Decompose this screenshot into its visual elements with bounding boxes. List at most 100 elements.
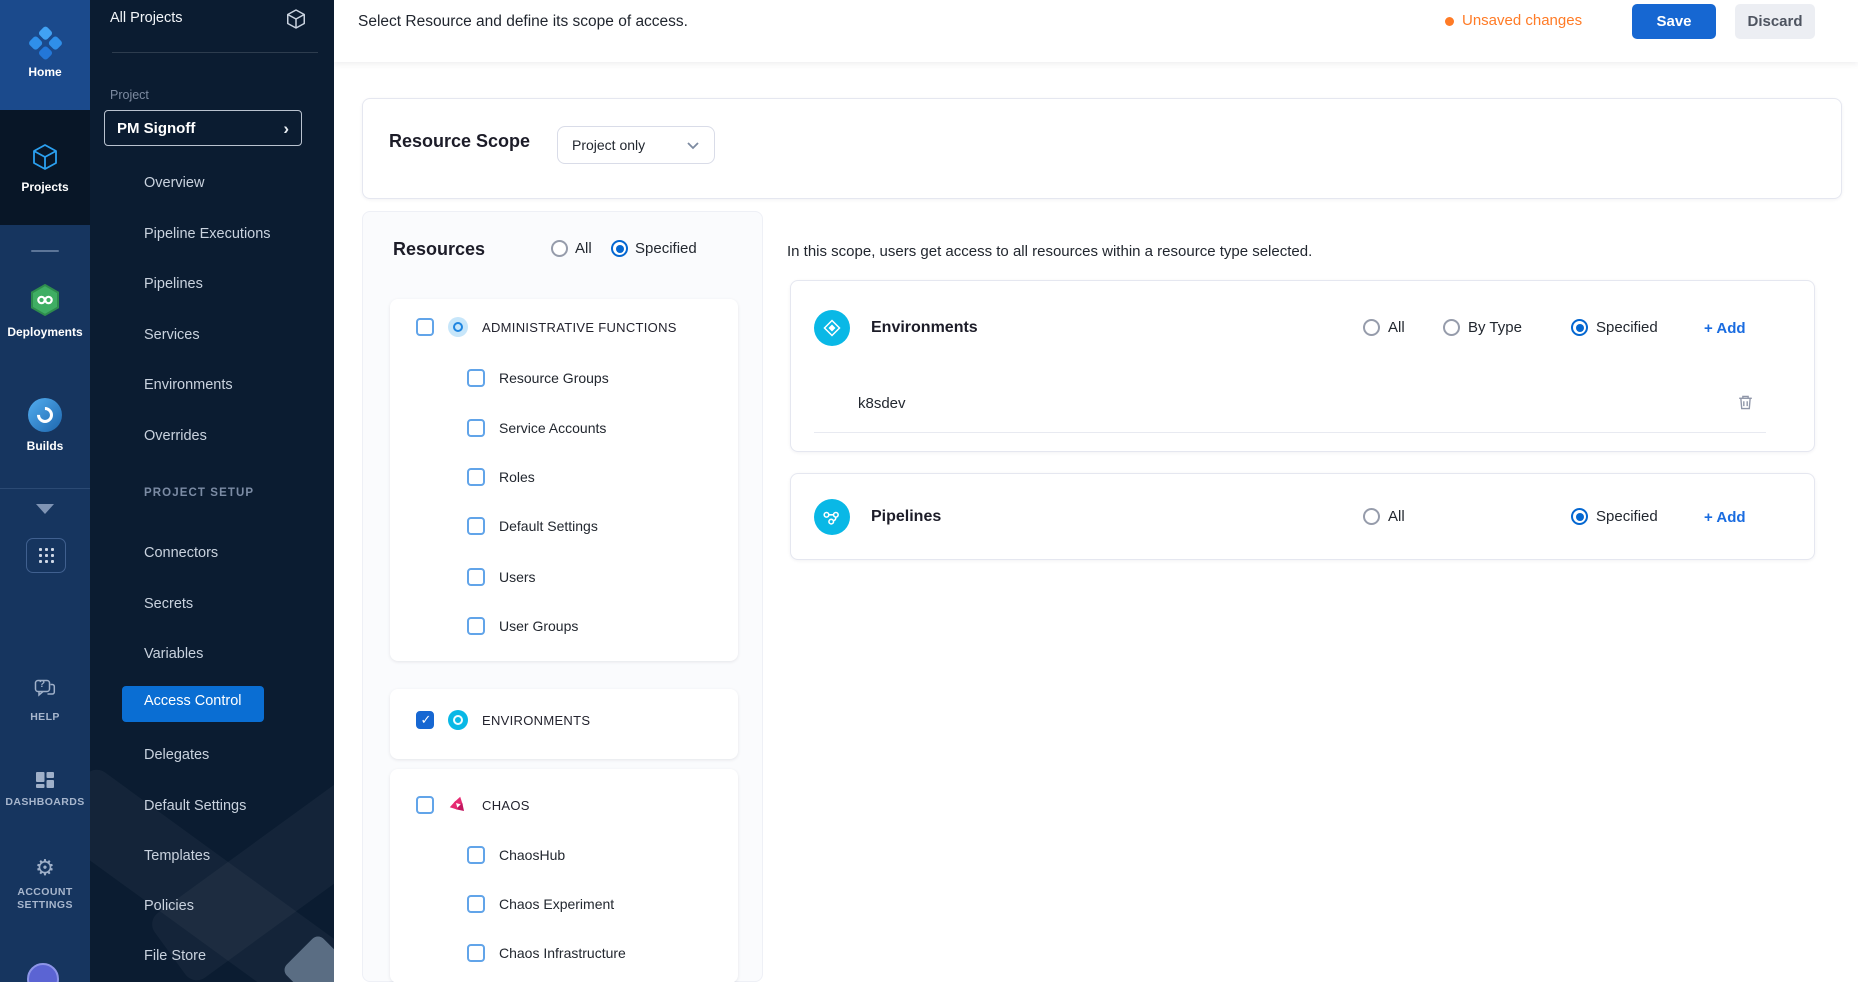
module-rail: Home Projects Deployments Builds xyxy=(0,0,90,982)
resource-scope-label: Resource Scope xyxy=(389,131,530,152)
screen: Home Projects Deployments Builds xyxy=(0,0,1858,982)
checkbox-roles[interactable] xyxy=(467,468,485,486)
rail-item-account-settings[interactable]: ⚙ ACCOUNT SETTINGS xyxy=(0,858,90,912)
module-grid-button[interactable] xyxy=(26,538,66,573)
chevron-down-icon[interactable] xyxy=(36,504,54,514)
project-label: Project xyxy=(110,88,149,102)
rail-item-help[interactable]: HELP xyxy=(0,678,90,724)
checkbox-resource-groups[interactable] xyxy=(467,369,485,387)
child-label: Service Accounts xyxy=(499,420,606,436)
item-row-divider xyxy=(814,432,1766,433)
rail-account-settings-label: ACCOUNT SETTINGS xyxy=(12,886,78,912)
trash-icon[interactable] xyxy=(1736,393,1755,417)
rail-projects-label: Projects xyxy=(21,180,68,194)
child-label: User Groups xyxy=(499,618,578,634)
checkbox-user-groups[interactable] xyxy=(467,617,485,635)
resource-scope-value: Project only xyxy=(572,137,686,153)
rail-item-deployments[interactable]: Deployments xyxy=(0,282,90,339)
radio-specified-label: Specified xyxy=(635,240,697,257)
sidebar-item-pipelines[interactable]: Pipelines xyxy=(144,273,203,295)
dashboards-icon xyxy=(34,770,56,790)
sidebar-item-default-settings[interactable]: Default Settings xyxy=(144,795,246,817)
sidebar-item-variables[interactable]: Variables xyxy=(144,643,203,665)
sidebar-item-policies[interactable]: Policies xyxy=(144,895,194,917)
resource-scope-select[interactable]: Project only xyxy=(557,126,715,164)
environments-radio-specified[interactable]: Specified xyxy=(1571,319,1658,336)
rail-item-home[interactable]: Home xyxy=(0,0,90,110)
sidebar-item-services[interactable]: Services xyxy=(144,324,200,346)
sidebar-divider xyxy=(112,52,318,53)
environments-add-button[interactable]: + Add xyxy=(1704,320,1746,337)
chaos-icon xyxy=(448,795,468,815)
home-icon xyxy=(26,25,64,63)
environments-radio-by-type[interactable]: By Type xyxy=(1443,319,1522,336)
checkbox-chaos-infrastructure[interactable] xyxy=(467,944,485,962)
sidebar-item-environments[interactable]: Environments xyxy=(144,374,233,396)
checkbox-chaos[interactable] xyxy=(416,796,434,814)
project-sidebar: All Projects Project PM Signoff Overview… xyxy=(90,0,334,982)
radio-selected-icon xyxy=(611,240,628,257)
rail-item-projects[interactable]: Projects xyxy=(0,110,90,225)
sidebar-item-overview[interactable]: Overview xyxy=(144,172,204,194)
all-projects-cube-icon[interactable] xyxy=(284,7,308,36)
resources-radio-specified[interactable]: Specified xyxy=(611,240,697,257)
sidebar-item-overrides[interactable]: Overrides xyxy=(144,425,207,447)
scope-description: In this scope, users get access to all r… xyxy=(787,243,1312,260)
sidebar-item-secrets[interactable]: Secrets xyxy=(144,593,193,615)
resources-radio-all[interactable]: All xyxy=(551,240,592,257)
save-button[interactable]: Save xyxy=(1632,4,1716,39)
checkbox-service-accounts[interactable] xyxy=(467,419,485,437)
environments-radio-all[interactable]: All xyxy=(1363,319,1405,336)
checkbox-chaos-experiment[interactable] xyxy=(467,895,485,913)
child-label: Users xyxy=(499,569,536,585)
user-avatar[interactable] xyxy=(27,963,59,982)
project-setup-section-label: PROJECT SETUP xyxy=(144,487,254,499)
child-label: ChaosHub xyxy=(499,847,565,863)
project-selector[interactable]: PM Signoff xyxy=(104,110,302,146)
builds-icon xyxy=(28,398,62,432)
all-projects-link[interactable]: All Projects xyxy=(110,10,183,26)
child-label: Chaos Experiment xyxy=(499,896,614,912)
unsaved-dot-icon xyxy=(1445,17,1454,26)
radio-selected-icon xyxy=(1571,319,1588,336)
sidebar-item-access-control-active[interactable]: Access Control xyxy=(122,686,264,722)
rail-deployments-label: Deployments xyxy=(7,325,82,339)
checkbox-users[interactable] xyxy=(467,568,485,586)
group-label: ENVIRONMENTS xyxy=(482,713,590,728)
checkbox-administrative-functions[interactable] xyxy=(416,318,434,336)
checkbox-chaoshub[interactable] xyxy=(467,846,485,864)
pipelines-radio-all[interactable]: All xyxy=(1363,508,1405,525)
pipelines-radio-specified[interactable]: Specified xyxy=(1571,508,1658,525)
help-chat-icon xyxy=(33,678,57,705)
environments-type-icon xyxy=(814,310,850,346)
card-title: Pipelines xyxy=(871,508,941,526)
checkbox-default-settings[interactable] xyxy=(467,517,485,535)
resource-scope-card: Resource Scope Project only xyxy=(362,98,1842,199)
page-header: Select Resource and define its scope of … xyxy=(334,0,1858,62)
checkbox-environments-checked[interactable] xyxy=(416,711,434,729)
radio-icon xyxy=(1363,508,1380,525)
rail-item-builds[interactable]: Builds xyxy=(0,398,90,453)
deployments-icon xyxy=(27,282,63,318)
rail-divider xyxy=(31,250,59,252)
sidebar-item-file-store[interactable]: File Store xyxy=(144,945,206,967)
resource-group-environments: ENVIRONMENTS xyxy=(390,689,738,759)
pipelines-type-icon xyxy=(814,499,850,535)
sidebar-item-templates[interactable]: Templates xyxy=(144,845,210,867)
rail-help-label: HELP xyxy=(30,711,60,724)
discard-button[interactable]: Discard xyxy=(1735,4,1815,39)
rail-builds-label: Builds xyxy=(27,439,64,453)
child-label: Roles xyxy=(499,469,535,485)
child-label: Chaos Infrastructure xyxy=(499,945,626,961)
sidebar-item-connectors[interactable]: Connectors xyxy=(144,542,218,564)
main-content: Select Resource and define its scope of … xyxy=(334,0,1858,982)
pipelines-detail-card: Pipelines All Specified + Add xyxy=(790,473,1815,560)
sidebar-item-pipeline-executions[interactable]: Pipeline Executions xyxy=(144,223,271,245)
rail-item-dashboards[interactable]: DASHBOARDS xyxy=(0,770,90,809)
group-label: ADMINISTRATIVE FUNCTIONS xyxy=(482,320,677,335)
sidebar-item-delegates[interactable]: Delegates xyxy=(144,744,209,766)
project-name: PM Signoff xyxy=(117,120,283,137)
sidebar-item-access-control-label: Access Control xyxy=(144,693,242,709)
rail-home-label: Home xyxy=(28,65,61,79)
pipelines-add-button[interactable]: + Add xyxy=(1704,509,1746,526)
